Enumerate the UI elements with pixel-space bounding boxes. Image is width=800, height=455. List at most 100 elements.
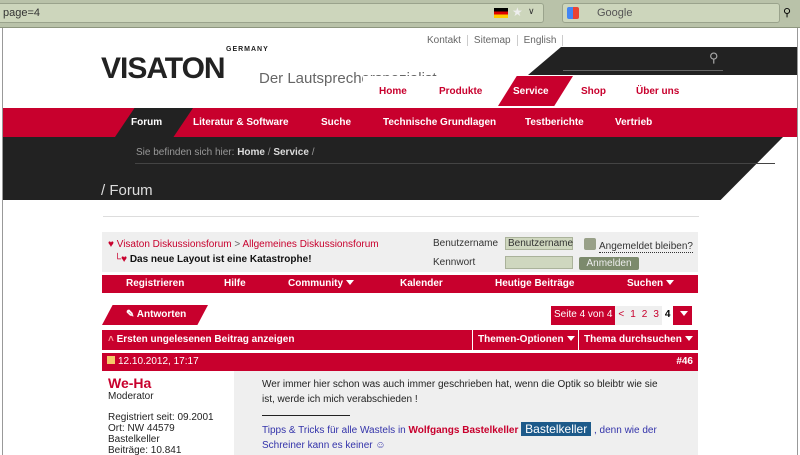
forum-nav-heutige-beitraege[interactable]: Heutige Beiträge [495, 278, 574, 289]
google-icon [567, 7, 579, 19]
page-1[interactable]: 1 [627, 306, 639, 325]
arrow-up-icon: ˄ [108, 334, 117, 345]
author-location: Ort: NW 44579 Bastelkeller [108, 423, 175, 445]
author-posts: Beiträge: 10.841 [108, 445, 182, 455]
post-body: Wer immer hier schon was auch immer gesc… [234, 371, 698, 455]
suchen-label: Suchen [627, 278, 664, 289]
bookmark-star-icon[interactable]: ★ [512, 5, 523, 19]
breadcrumb: Sie befinden sich hier: Home / Service / [136, 147, 315, 158]
thread-icon: └♥ [114, 254, 128, 265]
chevron-down-icon [680, 311, 689, 316]
dropdown-chevron-icon[interactable]: ∨ [528, 6, 535, 17]
author-role: Moderator [108, 391, 154, 402]
web-page: Kontakt Sitemap English ⚲ GERMANY VISATON D… [2, 28, 798, 455]
pagination: Seite 4 von 4 < 1 2 3 4 [551, 306, 693, 325]
subnav-forum[interactable]: Forum [131, 117, 162, 128]
breadcrumb-prefix: Sie befinden sich hier: [136, 147, 235, 158]
nav-shop[interactable]: Shop [581, 86, 606, 97]
smiley-icon: ☺ [375, 440, 386, 451]
subnav-technische-grundlagen[interactable]: Technische Grundlagen [383, 117, 496, 128]
banner-text: Bastelkeller [525, 422, 588, 436]
subnav-testberichte[interactable]: Testberichte [525, 117, 584, 128]
breadcrumb-home[interactable]: Home [237, 147, 265, 158]
reply-label: Antworten [136, 309, 187, 320]
page-title: / Forum [101, 182, 153, 199]
forum-nav-kalender[interactable]: Kalender [400, 278, 443, 289]
forum-nav-suchen[interactable]: Suchen [627, 278, 675, 289]
author-name[interactable]: We-Ha [108, 375, 228, 391]
post-date: 12.10.2012, 17:17 [118, 356, 199, 367]
chevron-down-icon [666, 280, 675, 285]
signature-prefix: Tipps & Tricks für alle Wastels in [262, 425, 406, 436]
divider [135, 163, 775, 164]
thread-options-menu[interactable]: Themen-Optionen [472, 330, 578, 350]
username-input[interactable]: Benutzername [505, 237, 573, 250]
reply-button[interactable]: ✎ Antworten [102, 305, 208, 325]
username-value: Benutzername [508, 238, 574, 249]
signature-link[interactable]: Wolfgangs Bastelkeller [409, 425, 519, 436]
signature-divider [262, 415, 350, 416]
pencil-icon: ✎ [126, 309, 137, 320]
crumb-forum-root[interactable]: Visaton Diskussionsforum [117, 239, 232, 250]
forum-nav-community[interactable]: Community [288, 278, 354, 289]
password-input[interactable] [505, 256, 573, 269]
page-2[interactable]: 2 [638, 306, 651, 325]
thread-toolbar: ˄ Ersten ungelesenen Beitrag anzeigen Th… [102, 330, 698, 350]
site-search-input[interactable] [563, 70, 723, 71]
link-english[interactable]: English [517, 35, 564, 46]
thread-title-row: └♥ Das neue Layout ist eine Katastrophe! [114, 254, 312, 265]
thread-search-menu[interactable]: Thema durchsuchen [578, 330, 698, 350]
post-status-icon [107, 356, 115, 364]
flag-de-icon [494, 8, 508, 18]
chevron-down-icon [346, 280, 354, 285]
page-3[interactable]: 3 [650, 306, 662, 325]
nav-produkte[interactable]: Produkte [439, 86, 482, 97]
page-info: Seite 4 von 4 [551, 306, 616, 325]
logo-sub: GERMANY [226, 46, 269, 53]
first-unread-link[interactable]: ˄ Ersten ungelesenen Beitrag anzeigen [102, 330, 294, 350]
forum-nav-registrieren[interactable]: Registrieren [126, 278, 184, 289]
remember-label[interactable]: Angemeldet bleiben? [599, 241, 693, 253]
crumb-separator: > [234, 239, 241, 250]
thread-search-label: Thema durchsuchen [584, 334, 682, 345]
community-label: Community [288, 278, 343, 289]
divider [103, 216, 699, 217]
page-prev[interactable]: < [615, 306, 628, 325]
browser-toolbar: page=4 ★ ∨ Google ⚲ [0, 0, 800, 28]
visaton-logo[interactable]: GERMANY VISATON [101, 46, 268, 86]
remember-checkbox[interactable] [584, 238, 596, 250]
chevron-down-icon [566, 336, 575, 341]
logo-text: VISATON [101, 52, 226, 85]
url-text: page=4 [3, 7, 41, 19]
top-links: Kontakt Sitemap English [421, 35, 564, 46]
login-button[interactable]: Anmelden [579, 257, 639, 270]
chevron-down-icon [684, 336, 693, 341]
crumb-forum-sub[interactable]: Allgemeines Diskussionsforum [242, 239, 378, 250]
first-unread-label: Ersten ungelesenen Beitrag anzeigen [116, 334, 295, 345]
breadcrumb-service[interactable]: Service [273, 147, 309, 158]
signature: Tipps & Tricks für alle Wastels in Wolfg… [262, 422, 670, 453]
binoculars-icon[interactable]: ⚲ [783, 6, 791, 19]
link-kontakt[interactable]: Kontakt [421, 35, 468, 46]
link-sitemap[interactable]: Sitemap [467, 35, 518, 46]
post-header: 12.10.2012, 17:17 #46 [102, 353, 698, 371]
url-bar[interactable]: page=4 [0, 3, 544, 23]
post-text: Wer immer hier schon was auch immer gesc… [262, 379, 658, 405]
subnav-vertrieb[interactable]: Vertrieb [615, 117, 652, 128]
nav-service[interactable]: Service [513, 86, 549, 97]
post-number[interactable]: #46 [676, 356, 693, 367]
forum-breadcrumb-box: ♥ Visaton Diskussionsforum > Allgemeines… [102, 232, 698, 272]
bastelkeller-banner[interactable]: Bastelkeller [521, 422, 592, 436]
thread-options-label: Themen-Optionen [478, 334, 564, 345]
search-icon[interactable]: ⚲ [709, 50, 719, 66]
nav-home[interactable]: Home [379, 86, 407, 97]
forum-nav: Registrieren Hilfe Community Kalender He… [102, 275, 698, 293]
subnav-suche[interactable]: Suche [321, 117, 351, 128]
page-jump-dropdown[interactable] [673, 306, 693, 325]
subnav-literatur[interactable]: Literatur & Software [193, 117, 289, 128]
username-label: Benutzername [433, 238, 499, 249]
author-registered: Registriert seit: 09.2001 [108, 412, 214, 423]
web-search-input[interactable]: Google [562, 3, 780, 23]
forum-nav-hilfe[interactable]: Hilfe [224, 278, 246, 289]
nav-ueber-uns[interactable]: Über uns [636, 86, 679, 97]
